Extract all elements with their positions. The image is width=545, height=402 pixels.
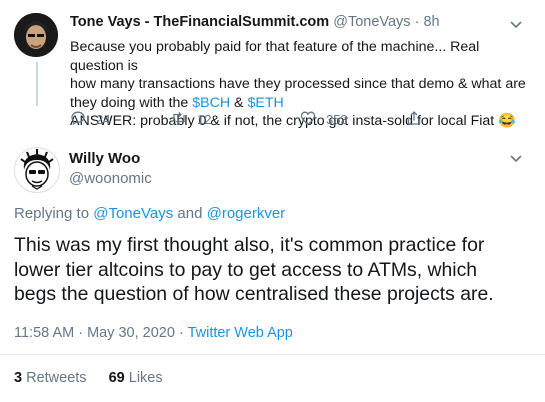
parent-action-bar: 24 12 353	[70, 110, 470, 130]
amp-text: &	[230, 94, 248, 111]
main-text-line: lower tier altcoins to pay to get access…	[14, 258, 478, 281]
tweet-meta: 11:58 AM · May 30, 2020 · Twitter Web Ap…	[14, 325, 293, 341]
main-text-line: This was my first thought also, it's com…	[14, 234, 485, 256]
replying-prefix: Replying to	[14, 205, 94, 222]
replying-to: Replying to @ToneVays and @rogerkver	[14, 205, 285, 222]
meta-separator: ·	[174, 325, 188, 341]
cashtag-eth[interactable]: $ETH	[247, 95, 283, 111]
retweet-action[interactable]: 12	[171, 110, 211, 129]
like-icon[interactable]	[300, 110, 316, 129]
thread-line	[36, 62, 38, 106]
retweets-stat-count: 3	[14, 370, 23, 386]
main-text-line: begs the question of how centralised the…	[14, 283, 494, 305]
client-link[interactable]: Twitter Web App	[188, 325, 293, 341]
divider	[0, 354, 545, 355]
parent-avatar[interactable]	[14, 13, 58, 57]
tears-of-joy-emoji: 😂	[498, 113, 516, 129]
tweet-timestamp[interactable]: 11:58 AM · May 30, 2020	[14, 325, 175, 341]
reply-to-tonevays-link[interactable]: @ToneVays	[93, 205, 173, 222]
reply-count: 24	[96, 112, 111, 127]
share-icon[interactable]	[406, 110, 422, 129]
parent-text-line: how many transactions have they processe…	[70, 76, 526, 92]
main-author-name[interactable]: Willy Woo	[69, 150, 140, 167]
likes-stat-count: 69	[108, 370, 125, 386]
parent-dot-separator: ·	[414, 14, 420, 30]
retweet-count: 12	[197, 112, 212, 127]
retweets-stat-label: Retweets	[22, 370, 87, 386]
retweets-stat[interactable]: 3 Retweets	[14, 370, 87, 386]
main-avatar[interactable]	[14, 147, 60, 193]
share-action[interactable]	[406, 110, 422, 129]
main-handle[interactable]: @woonomic	[69, 170, 152, 187]
reply-action[interactable]: 24	[70, 110, 110, 129]
parent-time[interactable]: 8h	[423, 14, 439, 30]
main-tweet-text: This was my first thought also, it's com…	[14, 233, 534, 307]
parent-tweet-header: Tone Vays - TheFinancialSummit.com @Tone…	[70, 14, 440, 30]
parent-text-line: Because you probably paid for that featu…	[70, 39, 480, 74]
retweet-icon[interactable]	[171, 110, 187, 129]
replying-and: and	[173, 205, 207, 222]
likes-stat-label: Likes	[124, 370, 163, 386]
parent-chevron-down-icon[interactable]	[508, 16, 524, 32]
main-chevron-down-icon[interactable]	[508, 150, 524, 166]
parent-text-fragment: they doing with the	[70, 94, 193, 111]
reply-icon[interactable]	[70, 110, 86, 129]
like-count: 353	[326, 112, 348, 127]
parent-handle[interactable]: @ToneVays	[333, 14, 410, 30]
reply-to-rogerkver-link[interactable]: @rogerkver	[207, 205, 286, 222]
likes-stat[interactable]: 69 Likes	[109, 370, 163, 386]
parent-author-name[interactable]: Tone Vays - TheFinancialSummit.com	[70, 14, 329, 30]
cashtag-bch[interactable]: $BCH	[192, 95, 230, 111]
engagement-stats: 3 Retweets 69 Likes	[14, 370, 181, 386]
like-action[interactable]: 353	[300, 110, 348, 129]
